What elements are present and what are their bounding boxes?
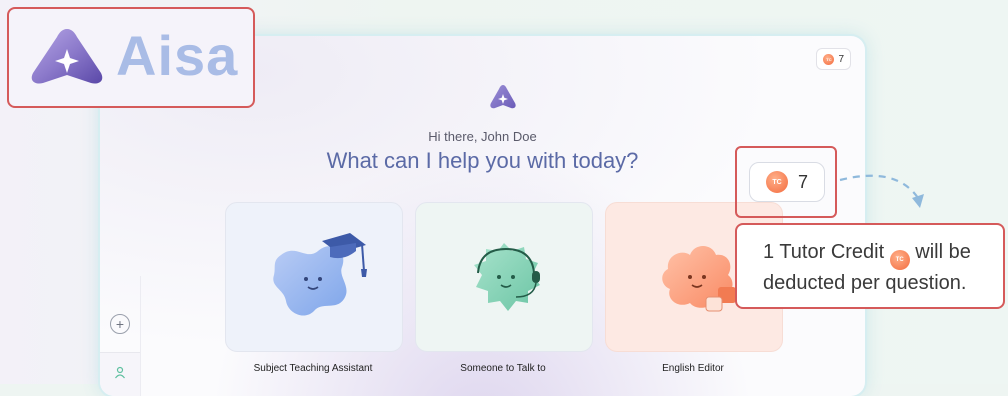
user-icon <box>115 366 125 379</box>
credit-info-callout: 1 Tutor Credit TC will be deducted per q… <box>735 223 1005 309</box>
plus-icon: + <box>115 316 125 332</box>
card-label-subject-teaching-assistant: Subject Teaching Assistant <box>253 363 373 374</box>
tutor-credit-coin-icon: TC <box>889 250 910 270</box>
listener-mascot-icon <box>474 243 540 311</box>
new-chat-button[interactable]: + <box>110 314 130 334</box>
credit-count: 7 <box>838 53 844 65</box>
aisa-logo-icon <box>31 29 103 84</box>
tutor-credit-coin-icon: TC <box>765 171 788 193</box>
callout-text-line2: deducted per question. <box>763 272 967 294</box>
aisa-logo-icon <box>490 85 516 109</box>
sidebar-divider <box>140 276 141 396</box>
callout-text-part2: will be <box>915 241 971 263</box>
tutor-credit-coin-icon: TC <box>823 53 835 65</box>
card-label-someone-to-talk-to: Someone to Talk to <box>460 363 546 374</box>
brand-logo-callout: Aisa <box>7 7 255 108</box>
credit-counter-callout: TC 7 <box>735 146 837 218</box>
graduate-mascot-icon <box>273 233 367 316</box>
user-profile-button[interactable] <box>100 352 140 396</box>
brand-name: Aisa <box>116 24 239 87</box>
card-label-english-editor: English Editor <box>662 363 724 374</box>
card-subject-teaching-assistant[interactable] <box>225 202 403 352</box>
credit-count: 7 <box>797 171 808 192</box>
credit-counter-enlarged: TC 7 <box>749 162 825 202</box>
card-someone-to-talk-to[interactable] <box>415 202 593 352</box>
greeting-text: Hi there, John Doe <box>428 129 537 144</box>
callout-text-part1: 1 Tutor Credit <box>763 241 885 263</box>
credit-counter[interactable]: TC 7 <box>816 48 851 70</box>
dashed-arrow-icon <box>839 174 924 208</box>
